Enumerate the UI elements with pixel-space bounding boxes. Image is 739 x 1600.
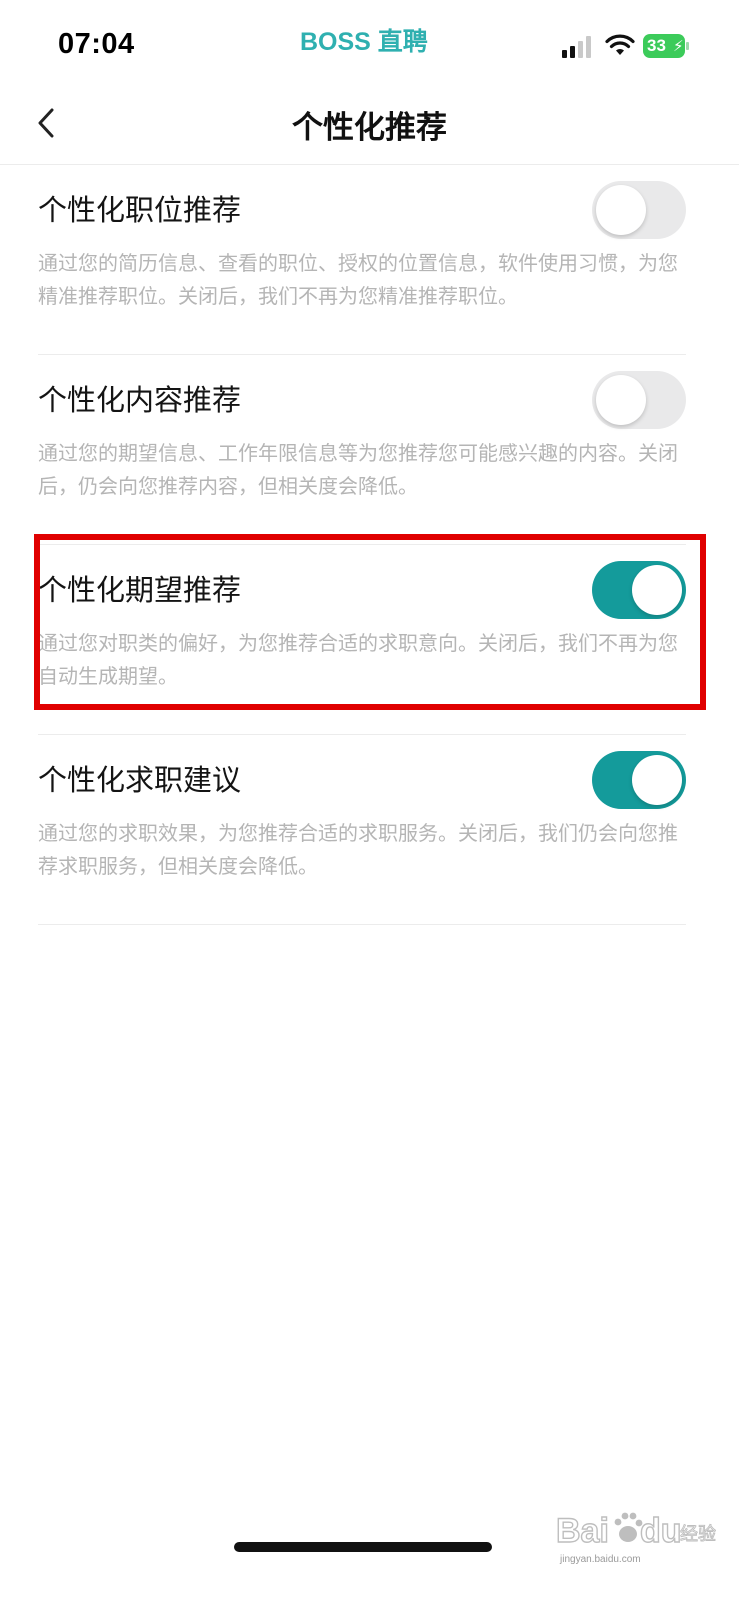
- setting-description: 通过您对职类的偏好，为您推荐合适的求职意向。关闭后，我们不再为您自动生成期望。: [38, 631, 678, 688]
- setting-job-recommendation: 个性化职位推荐 通过您的简历信息、查看的职位、授权的位置信息，软件使用习惯，为您…: [38, 165, 686, 355]
- battery-level: 33: [647, 36, 666, 55]
- status-time: 07:04: [58, 28, 135, 60]
- charging-bolt-icon: ⚡: [673, 37, 684, 55]
- setting-description: 通过您的求职效果，为您推荐合适的求职服务。关闭后，我们仍会向您推荐求职服务，但相…: [38, 821, 678, 878]
- setting-description: 通过您的简历信息、查看的职位、授权的位置信息，软件使用习惯，为您精准推荐职位。关…: [38, 251, 678, 308]
- setting-content-recommendation: 个性化内容推荐 通过您的期望信息、工作年限信息等为您推荐您可能感兴趣的内容。关闭…: [38, 355, 686, 545]
- content-recommendation-toggle[interactable]: [592, 371, 686, 429]
- job-advice-toggle[interactable]: [592, 751, 686, 809]
- screen: 07:04 BOSS 直聘 33 ⚡ 个性化推荐 个性化职位推荐 通过您的简历信…: [0, 0, 739, 1600]
- setting-job-advice: 个性化求职建议 通过您的求职效果，为您推荐合适的求职服务。关闭后，我们仍会向您推…: [38, 735, 686, 925]
- toggle-knob: [632, 755, 682, 805]
- setting-description: 通过您的期望信息、工作年限信息等为您推荐您可能感兴趣的内容。关闭后，仍会向您推荐…: [38, 441, 678, 498]
- job-recommendation-toggle[interactable]: [592, 181, 686, 239]
- wifi-icon: [605, 34, 635, 55]
- setting-title: 个性化求职建议: [38, 763, 242, 797]
- cellular-signal-icon: [562, 36, 594, 58]
- baidu-jingyan-watermark-logo: Bai du 经验: [556, 1511, 716, 1550]
- setting-expectation-recommendation: 个性化期望推荐 通过您对职类的偏好，为您推荐合适的求职意向。关闭后，我们不再为您…: [38, 545, 686, 735]
- setting-title: 个性化职位推荐: [38, 193, 242, 227]
- status-bar: 07:04 BOSS 直聘 33 ⚡: [0, 0, 739, 90]
- toggle-knob: [596, 185, 646, 235]
- toggle-knob: [596, 375, 646, 425]
- setting-title: 个性化内容推荐: [38, 383, 242, 417]
- battery-charging-icon: 33 ⚡: [643, 34, 691, 58]
- home-indicator[interactable]: [234, 1542, 492, 1552]
- svg-text:经验: 经验: [680, 1524, 716, 1545]
- toggle-knob: [632, 565, 682, 615]
- status-brand: BOSS 直聘: [300, 28, 428, 56]
- svg-text:du: du: [640, 1512, 682, 1550]
- setting-title: 个性化期望推荐: [38, 573, 242, 607]
- svg-text:Bai: Bai: [556, 1512, 609, 1550]
- settings-list: 个性化职位推荐 通过您的简历信息、查看的职位、授权的位置信息，软件使用习惯，为您…: [38, 165, 686, 925]
- expectation-recommendation-toggle[interactable]: [592, 561, 686, 619]
- nav-bar: 个性化推荐: [0, 90, 739, 165]
- watermark-url: jingyan.baidu.com: [560, 1554, 641, 1565]
- page-title: 个性化推荐: [292, 110, 447, 146]
